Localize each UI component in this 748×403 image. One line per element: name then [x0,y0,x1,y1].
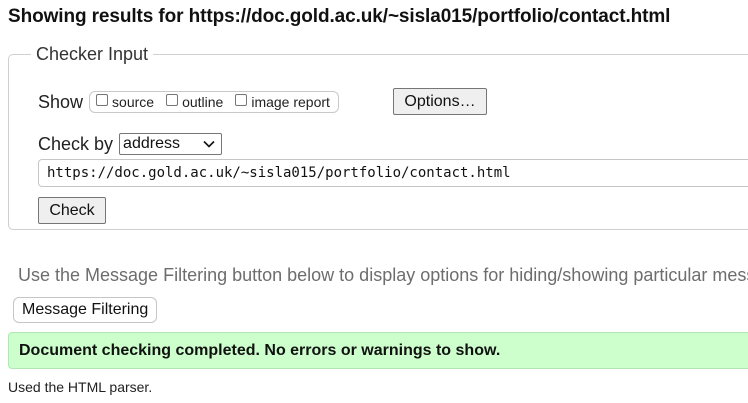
check-by-label: Check by [38,133,114,154]
show-options-group: source outline image report [89,91,339,113]
show-outline-option[interactable]: outline [166,94,223,110]
show-source-option[interactable]: source [96,94,154,110]
source-checkbox[interactable] [96,94,109,106]
image-report-checkbox[interactable] [235,94,248,106]
options-button[interactable]: Options… [393,88,487,115]
results-heading: Showing results for https://doc.gold.ac.… [8,6,671,27]
message-filtering-note: Use the Message Filtering button below t… [18,265,748,285]
show-options-row: Show source outline image report [38,90,339,114]
outline-checkbox[interactable] [166,94,179,106]
url-input[interactable]: https://doc.gold.ac.uk/~sisla015/portfol… [38,159,748,187]
show-image-report-option[interactable]: image report [235,94,330,110]
checker-input-legend: Checker Input [36,44,149,64]
image-report-checkbox-label: image report [251,94,330,110]
source-checkbox-label: source [112,94,155,110]
check-by-selected-value: address [123,135,180,152]
parser-note: Used the HTML parser. [8,379,153,395]
check-by-select[interactable]: address [119,133,223,155]
outline-checkbox-label: outline [182,94,224,110]
validator-page: Showing results for https://doc.gold.ac.… [0,0,748,403]
chevron-down-icon [203,140,215,148]
check-by-row: Check by address [38,132,223,156]
message-filtering-button[interactable]: Message Filtering [13,297,158,323]
show-label: Show [38,91,84,112]
check-button[interactable]: Check [38,197,106,224]
success-status-message: Document checking completed. No errors o… [8,332,748,369]
